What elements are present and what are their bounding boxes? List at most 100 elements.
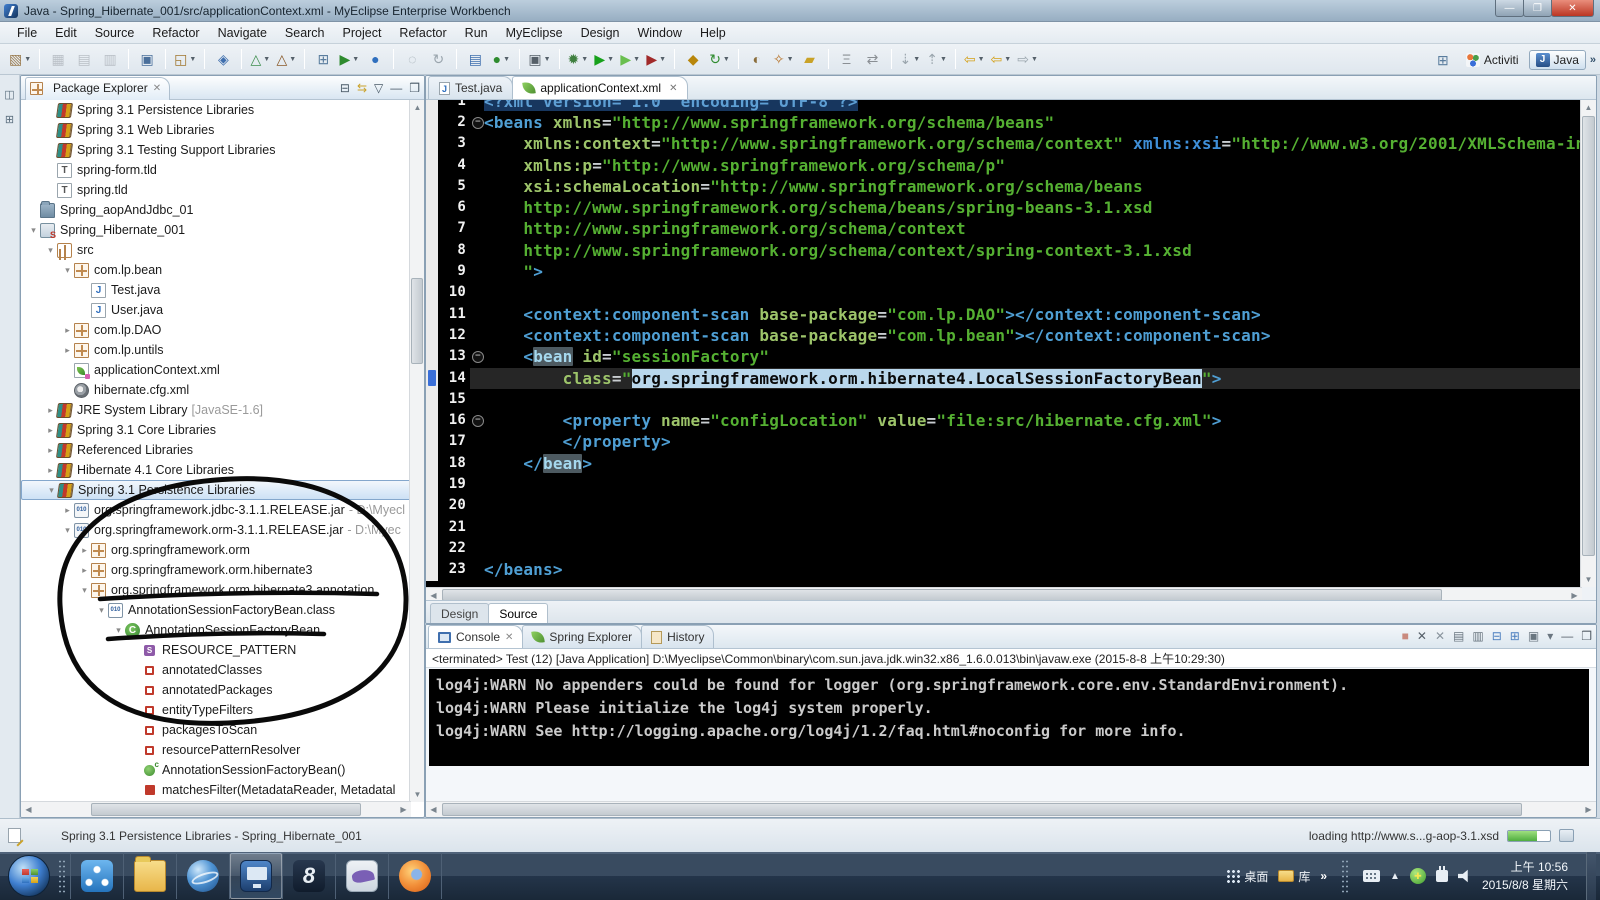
terminate-icon[interactable]: ■ bbox=[1402, 629, 1409, 643]
tree-item[interactable]: resourcePatternResolver bbox=[21, 740, 411, 760]
view-menu-icon[interactable]: ▽ bbox=[374, 81, 383, 95]
collapsed-arrow-icon[interactable]: ▸ bbox=[61, 325, 74, 336]
code-line[interactable]: 7 http://www.springframework.org/schema/… bbox=[426, 218, 1582, 240]
collapsed-arrow-icon[interactable]: ▸ bbox=[44, 405, 57, 416]
start-button[interactable] bbox=[8, 855, 50, 897]
refresh-icon[interactable]: ↻ bbox=[426, 47, 450, 71]
taskbar-app-firefox[interactable] bbox=[389, 853, 441, 899]
tree-item[interactable]: spring-form.tld bbox=[21, 160, 411, 180]
dropdown-arrow-icon[interactable]: ▼ bbox=[581, 56, 588, 63]
menu-source[interactable]: Source bbox=[86, 24, 144, 42]
last-edit-icon[interactable]: ⇦ ▼ bbox=[962, 47, 987, 71]
tree-item[interactable]: ▸ org.springframework.jdbc-3.1.1.RELEASE.… bbox=[21, 500, 411, 520]
spring-explorer-tab[interactable]: Spring Explorer bbox=[522, 625, 643, 648]
scroll-right-icon[interactable]: ▶ bbox=[1581, 802, 1596, 817]
code-line[interactable]: 23 </beans> bbox=[426, 559, 1582, 581]
menu-design[interactable]: Design bbox=[572, 24, 629, 42]
profile-icon[interactable]: ▶ ▼ bbox=[644, 47, 668, 71]
dropdown-arrow-icon[interactable]: ▼ bbox=[913, 56, 920, 63]
editor-vertical-scrollbar[interactable]: ▲ ▼ bbox=[1580, 100, 1596, 587]
clear-console-icon[interactable]: ▤ bbox=[1453, 629, 1464, 643]
tab-close-icon[interactable]: ✕ bbox=[505, 632, 513, 643]
input-method-icon[interactable] bbox=[1363, 870, 1381, 882]
progress-view-icon[interactable] bbox=[1559, 829, 1574, 842]
dropdown-arrow-icon[interactable]: ▼ bbox=[723, 56, 730, 63]
forward-icon[interactable]: ⇨ ▼ bbox=[1015, 47, 1040, 71]
safely-remove-icon[interactable] bbox=[1435, 866, 1448, 882]
code-line[interactable]: 21 bbox=[426, 516, 1582, 538]
scroll-left-icon[interactable]: ◀ bbox=[21, 802, 36, 817]
collapsed-arrow-icon[interactable]: ▸ bbox=[61, 505, 74, 516]
editor-tab-test-java[interactable]: Test.java bbox=[428, 76, 514, 99]
snapshot-icon[interactable]: ▣ ▼ bbox=[526, 47, 552, 71]
scroll-lock-icon[interactable]: ▥ bbox=[1472, 629, 1483, 643]
menu-myeclipse[interactable]: MyEclipse bbox=[497, 24, 572, 42]
tree-item[interactable]: ▾ AnnotationSessionFactoryBean bbox=[21, 620, 411, 640]
collapsed-arrow-icon[interactable]: ▸ bbox=[44, 465, 57, 476]
collapsed-arrow-icon[interactable]: ▸ bbox=[78, 565, 91, 576]
tree-item[interactable]: matchesFilter(MetadataReader, Metadatal bbox=[21, 780, 411, 800]
dropdown-arrow-icon[interactable]: ▼ bbox=[189, 56, 196, 63]
show-hidden-icons[interactable]: ▲ bbox=[1390, 871, 1400, 882]
tree-item[interactable]: AnnotationSessionFactoryBean() bbox=[21, 760, 411, 780]
taskbar-app-internet-explorer[interactable] bbox=[177, 853, 229, 899]
restore-view-icon[interactable]: ◫ bbox=[3, 89, 16, 102]
expanded-arrow-icon[interactable]: ▾ bbox=[27, 225, 40, 236]
tree-item[interactable]: RESOURCE_PATTERN bbox=[21, 640, 411, 660]
tray-chevron[interactable]: » bbox=[1320, 869, 1327, 883]
tree-item[interactable]: ▸ com.lp.DAO bbox=[21, 320, 411, 340]
tree-item[interactable]: ▾ org.springframework.orm.hibernate3.anno… bbox=[21, 580, 411, 600]
tree-item[interactable]: applicationContext.xml bbox=[21, 360, 411, 380]
code-line[interactable]: 13 <bean id="sessionFactory" bbox=[426, 346, 1582, 368]
tab-close-icon[interactable]: ✕ bbox=[669, 83, 677, 94]
dropdown-arrow-icon[interactable]: ▼ bbox=[978, 56, 985, 63]
new-web-component-icon[interactable]: ◱ ▼ bbox=[172, 47, 198, 71]
expanded-arrow-icon[interactable]: ▾ bbox=[45, 485, 58, 496]
next-annotation-icon[interactable]: ⇣ ▼ bbox=[898, 47, 923, 71]
tree-item[interactable]: ▾ Spring_Hibernate_001 bbox=[21, 220, 411, 240]
menu-run[interactable]: Run bbox=[456, 24, 497, 42]
close-button[interactable]: ✕ bbox=[1551, 0, 1594, 17]
library-toolbar[interactable]: 库 bbox=[1278, 868, 1310, 885]
dropdown-arrow-icon[interactable]: ▼ bbox=[24, 56, 31, 63]
taskbar-app-myeclipse[interactable] bbox=[230, 853, 282, 899]
taskbar-app-network-app[interactable] bbox=[71, 853, 123, 899]
tree-item[interactable]: ▾ com.lp.bean bbox=[21, 260, 411, 280]
taskbar-app-mysql-tool[interactable] bbox=[336, 853, 388, 899]
menu-refactor[interactable]: Refactor bbox=[390, 24, 455, 42]
source-tab[interactable]: Source bbox=[488, 603, 549, 623]
code-line[interactable]: 6 http://www.springframework.org/schema/… bbox=[426, 197, 1582, 219]
code-line[interactable]: 15 bbox=[426, 388, 1582, 411]
clean-icon[interactable]: ◌ bbox=[400, 47, 424, 71]
remove-all-launches-icon[interactable]: ✕ bbox=[1435, 629, 1445, 643]
package-explorer-tab[interactable]: Package Explorer ✕ bbox=[25, 76, 171, 100]
fold-marker-icon[interactable] bbox=[470, 112, 484, 133]
open-resource-icon[interactable]: ◐ bbox=[745, 47, 769, 71]
console-tab[interactable]: Console ✕ bbox=[428, 625, 524, 648]
design-tab[interactable]: Design bbox=[430, 603, 490, 623]
code-line[interactable]: 11 <context:component-scan base-package=… bbox=[426, 303, 1582, 325]
tree-item[interactable]: ▸ Spring 3.1 Core Libraries bbox=[21, 420, 411, 440]
tree-item[interactable]: ▸ com.lp.untils bbox=[21, 340, 411, 360]
menu-navigate[interactable]: Navigate bbox=[209, 24, 276, 42]
expanded-arrow-icon[interactable]: ▾ bbox=[44, 245, 57, 256]
collapsed-arrow-icon[interactable]: ▸ bbox=[61, 345, 74, 356]
new-perspective-icon[interactable]: ⊞ bbox=[1431, 48, 1455, 72]
tree-item[interactable]: Spring 3.1 Testing Support Libraries bbox=[21, 140, 411, 160]
editor-tab-applicationcontext[interactable]: applicationContext.xml ✕ bbox=[512, 76, 689, 99]
dropdown-arrow-icon[interactable]: ▼ bbox=[1031, 56, 1038, 63]
tree-item[interactable]: entityTypeFilters bbox=[21, 700, 411, 720]
menu-refactor[interactable]: Refactor bbox=[143, 24, 208, 42]
expanded-arrow-icon[interactable]: ▾ bbox=[78, 585, 91, 596]
dropdown-arrow-icon[interactable]: ▼ bbox=[263, 56, 270, 63]
dropdown-arrow-icon[interactable]: ▼ bbox=[633, 56, 640, 63]
tree-item[interactable]: Spring 3.1 Persistence Libraries bbox=[21, 100, 411, 120]
tree-item[interactable]: hibernate.cfg.xml bbox=[21, 380, 411, 400]
code-line[interactable]: 22 bbox=[426, 537, 1582, 560]
code-line[interactable]: 17 </property> bbox=[426, 431, 1582, 453]
report-web-icon[interactable]: ● ▼ bbox=[489, 47, 513, 71]
tree-item[interactable]: ▾ org.springframework.orm-3.1.1.RELEASE.j… bbox=[21, 520, 411, 540]
convert-icon[interactable]: ⇄ bbox=[861, 47, 885, 71]
tree-item[interactable]: ▸ org.springframework.orm bbox=[21, 540, 411, 560]
pin-console-icon[interactable]: ⊟ bbox=[1492, 629, 1502, 643]
